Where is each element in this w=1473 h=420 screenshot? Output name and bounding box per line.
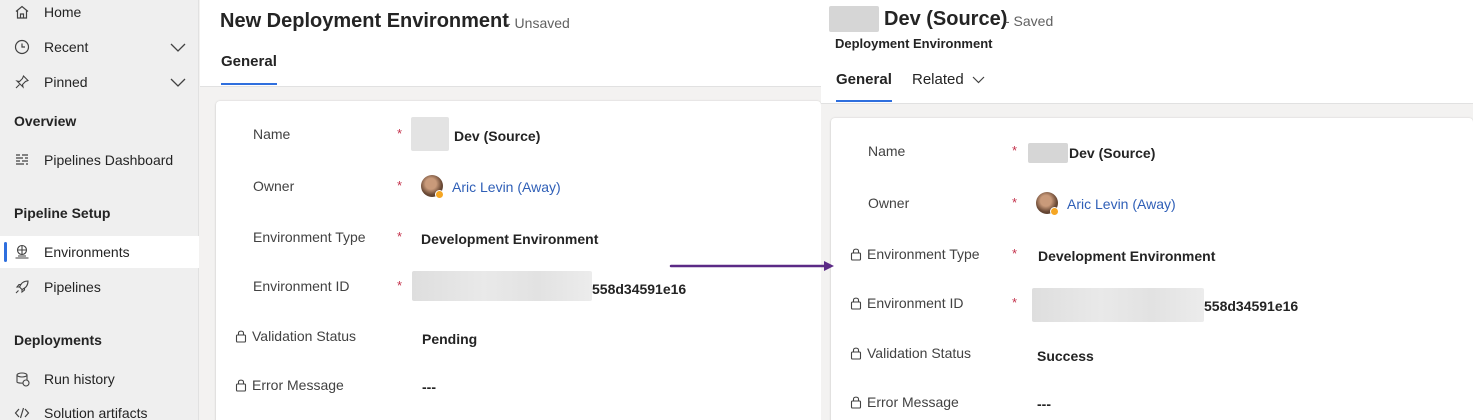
- sidebar: Home Recent Pinned Overview Pipelines Da…: [0, 0, 199, 420]
- error-message-value: ---: [1037, 396, 1051, 412]
- owner-label: Owner: [868, 195, 910, 211]
- clock-icon: [12, 37, 32, 57]
- validation-status-label: Validation Status: [235, 328, 356, 344]
- field-label-text: Validation Status: [867, 345, 972, 361]
- environment-id-field[interactable]: 558d34591e16: [592, 281, 686, 297]
- required-marker: *: [397, 178, 403, 193]
- owner-link[interactable]: Aric Levin (Away): [1067, 196, 1176, 212]
- field-label-text: Error Message: [252, 377, 344, 393]
- tab-related[interactable]: Related: [912, 71, 985, 88]
- page-title: Dev (Source): [884, 8, 1008, 30]
- home-icon: [12, 2, 32, 22]
- field-label-text: Error Message: [867, 394, 959, 410]
- sidebar-item-solution-artifacts[interactable]: Solution artifacts: [0, 397, 199, 420]
- history-icon: [12, 369, 32, 389]
- required-marker: *: [1012, 295, 1018, 310]
- field-label-text: Environment Type: [867, 246, 980, 262]
- arrow-right-icon: [669, 261, 834, 271]
- tab-selected-indicator: [836, 100, 892, 102]
- sidebar-item-label: Environments: [44, 244, 130, 260]
- sidebar-item-label: Pinned: [44, 74, 88, 90]
- lock-icon: [850, 396, 862, 409]
- name-label: Name: [253, 126, 291, 142]
- entity-type-subtitle: Deployment Environment: [835, 36, 993, 51]
- validation-status-value: Pending: [422, 331, 478, 347]
- section-title-pipeline-setup: Pipeline Setup: [14, 205, 111, 221]
- sidebar-item-label: Pipelines: [44, 279, 101, 295]
- error-message-label: Error Message: [235, 377, 344, 393]
- environment-id-label: Environment ID: [850, 295, 963, 311]
- sidebar-item-label: Pipelines Dashboard: [44, 152, 174, 168]
- tab-selected-indicator: [221, 83, 277, 85]
- chevron-down-icon: [972, 76, 985, 83]
- lock-icon: [235, 330, 247, 343]
- lock-icon: [850, 248, 862, 261]
- chevron-down-icon[interactable]: [169, 74, 187, 90]
- redacted-region: [1032, 288, 1204, 322]
- environment-id-value: 558d34591e16: [1204, 298, 1299, 314]
- environment-type-label: Environment Type: [253, 229, 366, 245]
- sidebar-item-pipelines[interactable]: Pipelines: [0, 271, 199, 303]
- redacted-region: [829, 6, 879, 32]
- presence-away-icon: [435, 190, 444, 199]
- name-label: Name: [868, 143, 906, 159]
- saved-environment-form: Dev (Source) - Saved Deployment Environm…: [821, 0, 1473, 420]
- tab-general[interactable]: General: [221, 53, 277, 70]
- sidebar-item-label: Home: [44, 4, 82, 20]
- sidebar-item-home[interactable]: Home: [0, 0, 199, 28]
- sidebar-item-label: Solution artifacts: [44, 405, 148, 420]
- sidebar-item-run-history[interactable]: Run history: [0, 363, 199, 395]
- validation-status-value: Success: [1037, 348, 1094, 364]
- form-header: New Deployment Environment - Unsaved Gen…: [200, 0, 821, 87]
- required-marker: *: [1012, 246, 1018, 261]
- section-title-overview: Overview: [14, 113, 77, 129]
- required-marker: *: [1012, 143, 1018, 158]
- redacted-region: [1028, 143, 1068, 163]
- tab-general[interactable]: General: [836, 71, 892, 88]
- required-marker: *: [397, 278, 403, 293]
- tab-label: Related: [912, 71, 964, 88]
- sidebar-item-environments[interactable]: Environments: [0, 236, 199, 268]
- sidebar-item-pinned[interactable]: Pinned: [0, 66, 199, 98]
- name-field[interactable]: Dev (Source): [454, 128, 540, 144]
- redacted-region: [412, 271, 592, 301]
- owner-link[interactable]: Aric Levin (Away): [452, 179, 561, 195]
- sidebar-item-pipelines-dashboard[interactable]: Pipelines Dashboard: [0, 144, 199, 176]
- owner-label: Owner: [253, 178, 295, 194]
- new-environment-form: New Deployment Environment - Unsaved Gen…: [200, 0, 821, 420]
- environment-type-field[interactable]: Development Environment: [421, 231, 598, 247]
- rocket-icon: [12, 277, 32, 297]
- sidebar-item-recent[interactable]: Recent: [0, 31, 199, 63]
- section-title-deployments: Deployments: [14, 332, 102, 348]
- required-marker: *: [397, 229, 403, 244]
- error-message-label: Error Message: [850, 394, 959, 410]
- save-status: - Saved: [1005, 13, 1054, 29]
- error-message-value: ---: [422, 379, 436, 395]
- environment-id-label: Environment ID: [253, 278, 350, 294]
- environment-type-value: Development Environment: [1038, 248, 1216, 264]
- presence-away-icon: [1050, 207, 1059, 216]
- code-icon: [12, 403, 32, 420]
- name-field[interactable]: Dev (Source): [1069, 145, 1155, 161]
- save-status: - Unsaved: [506, 15, 570, 31]
- field-label-text: Validation Status: [252, 328, 357, 344]
- lock-icon: [850, 297, 862, 310]
- page-title: New Deployment Environment: [220, 10, 509, 32]
- validation-status-label: Validation Status: [850, 345, 971, 361]
- sidebar-item-label: Recent: [44, 39, 89, 55]
- redacted-region: [411, 117, 449, 151]
- required-marker: *: [397, 126, 403, 141]
- lock-icon: [850, 347, 862, 360]
- dashboard-icon: [12, 150, 32, 170]
- required-marker: *: [1012, 195, 1018, 210]
- general-section-card: Name * Dev (Source) Owner * Aric Levin (…: [831, 118, 1473, 420]
- sidebar-item-label: Run history: [44, 371, 115, 387]
- environments-icon: [12, 242, 32, 262]
- environment-type-label: Environment Type: [850, 246, 980, 262]
- field-label-text: Environment ID: [867, 295, 964, 311]
- chevron-down-icon[interactable]: [169, 39, 187, 55]
- form-header: Dev (Source) - Saved Deployment Environm…: [821, 0, 1473, 104]
- lock-icon: [235, 379, 247, 392]
- pin-icon: [12, 72, 32, 92]
